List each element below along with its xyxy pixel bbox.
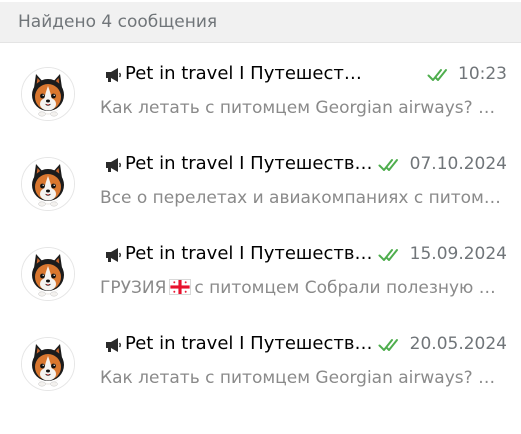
- megaphone-icon: [104, 157, 122, 173]
- search-result-item[interactable]: Pet in travel I Путешествия с питомцем 1…: [0, 45, 521, 135]
- channel-name: Pet in travel I Путешествия с питомцем: [125, 63, 369, 84]
- channel-name: Pet in travel I Путешествия с питомцем: [125, 243, 373, 264]
- message-date: 20.05.2024: [409, 334, 507, 354]
- message-date: 07.10.2024: [409, 154, 507, 174]
- georgia-flag-icon: [169, 279, 192, 295]
- message-time: 10:23: [458, 64, 507, 84]
- preview-text-end: с питомцем Собрали полезную информацию: [194, 278, 504, 298]
- megaphone-icon: [104, 67, 122, 83]
- double-check-icon: [427, 67, 451, 83]
- search-results-panel: Найдено 4 сообщения Pet in travel I Путе…: [0, 0, 521, 434]
- double-check-icon: [378, 247, 402, 263]
- message-date: 15.09.2024: [409, 244, 507, 264]
- message-preview: Все о перелетах и авиакомпаниях с питомц…: [100, 188, 504, 208]
- megaphone-icon: [104, 337, 122, 353]
- search-result-item[interactable]: Pet in travel I Путешествия с питомцем 2…: [0, 315, 521, 405]
- pomeranian-dog-avatar: [21, 337, 75, 391]
- search-result-item[interactable]: Pet in travel I Путешествия с питомцем 1…: [0, 225, 521, 315]
- message-preview: Как летать с питомцем Georgian airways? …: [100, 368, 504, 388]
- search-result-item[interactable]: Pet in travel I Путешествия с питомцем 0…: [0, 135, 521, 225]
- double-check-icon: [378, 337, 402, 353]
- preview-text-start: ГРУЗИЯ: [100, 278, 167, 298]
- double-check-icon: [378, 157, 402, 173]
- channel-name: Pet in travel I Путешествия с питомцем: [125, 333, 373, 354]
- message-preview: Как летать с питомцем Georgian airways? …: [100, 98, 504, 118]
- pomeranian-dog-avatar: [21, 157, 75, 211]
- results-count-header: Найдено 4 сообщения: [0, 2, 521, 43]
- megaphone-icon: [104, 247, 122, 263]
- channel-name: Pet in travel I Путешествия с питомцем: [125, 153, 373, 174]
- message-preview: ГРУЗИЯ с питомцем Собрали полезную информ…: [100, 275, 504, 301]
- message-result-list: Pet in travel I Путешествия с питомцем 1…: [0, 45, 521, 405]
- pomeranian-dog-avatar: [21, 67, 75, 121]
- pomeranian-dog-avatar: [21, 247, 75, 301]
